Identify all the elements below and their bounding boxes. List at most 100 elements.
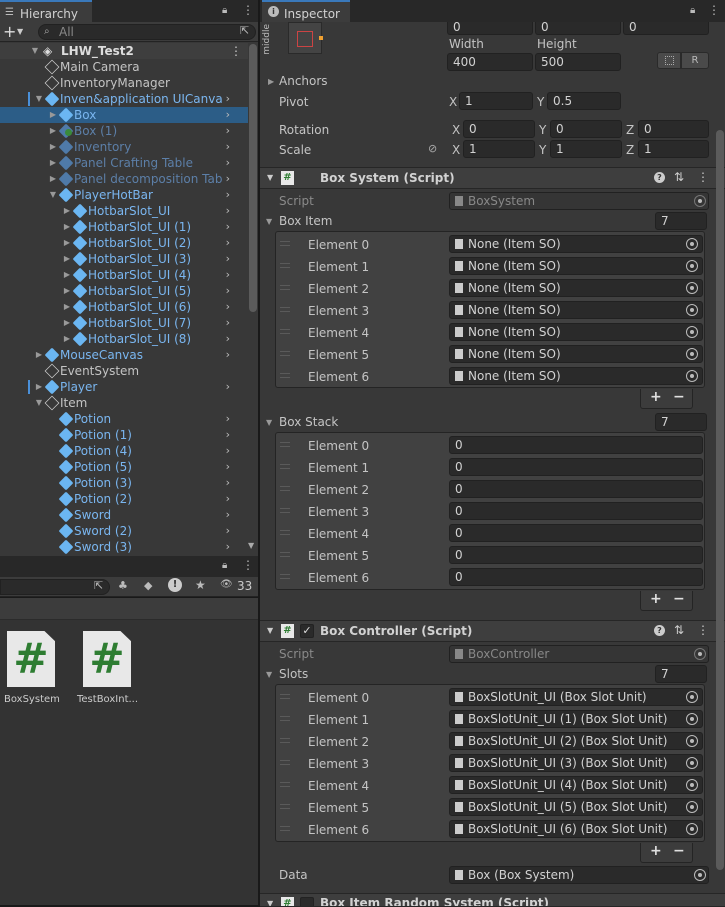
foldout-arrow-icon[interactable]: ▼ (267, 899, 273, 906)
element-int-field[interactable]: 0 (449, 502, 703, 520)
chevron-right-icon[interactable]: › (226, 155, 230, 171)
drag-handle-icon[interactable] (280, 241, 290, 246)
hierarchy-item[interactable]: EventSystem (0, 363, 248, 379)
hierarchy-item[interactable]: InventoryManager (0, 75, 248, 91)
scene-menu-icon[interactable]: ⋮ (230, 43, 242, 59)
more-menu-icon[interactable]: ⋮ (242, 558, 254, 572)
drag-handle-icon[interactable] (280, 716, 290, 721)
remove-element-button[interactable]: − (673, 843, 685, 859)
pos-z-field[interactable]: 0 (623, 22, 709, 35)
data-field[interactable]: Box (Box System) (449, 866, 709, 884)
chevron-right-icon[interactable]: › (226, 539, 230, 555)
foldout-arrow-icon[interactable]: ▶ (62, 283, 72, 299)
chevron-right-icon[interactable]: › (226, 443, 230, 459)
element-object-field[interactable]: BoxSlotUnit_UI (Box Slot Unit) (449, 688, 703, 706)
chevron-right-icon[interactable]: › (226, 187, 230, 203)
drag-handle-icon[interactable] (280, 329, 290, 334)
hierarchy-item[interactable]: ▼ PlayerHotBar › (0, 187, 248, 203)
lock-icon[interactable]: 🔒︎ (690, 5, 695, 16)
hierarchy-item[interactable]: Potion (2) › (0, 491, 248, 507)
pivot-x-field[interactable]: 1 (459, 92, 533, 110)
element-int-field[interactable]: 0 (449, 480, 703, 498)
rotation-y-field[interactable]: 0 (550, 120, 622, 138)
scale-z-field[interactable]: 1 (638, 140, 709, 158)
hierarchy-item[interactable]: Potion › (0, 411, 248, 427)
drag-handle-icon[interactable] (280, 351, 290, 356)
foldout-arrow-icon[interactable]: ▼ (267, 173, 273, 182)
drag-handle-icon[interactable] (280, 373, 290, 378)
hierarchy-item[interactable]: ▶ HotbarSlot_UI (8) › (0, 331, 248, 347)
foldout-arrow-icon[interactable]: ▼ (48, 187, 58, 203)
object-picker-icon[interactable] (686, 370, 698, 382)
enabled-checkbox[interactable] (300, 897, 314, 906)
box-item-label[interactable]: Box Item (279, 214, 332, 228)
foldout-arrow-icon[interactable]: ▼ (34, 395, 44, 411)
drag-handle-icon[interactable] (280, 738, 290, 743)
element-object-field[interactable]: None (Item SO) (449, 301, 703, 319)
hierarchy-item[interactable]: Sword (3) › (0, 539, 248, 555)
anchors-label[interactable]: Anchors (279, 74, 328, 88)
chevron-right-icon[interactable]: › (226, 235, 230, 251)
chevron-right-icon[interactable]: › (226, 299, 230, 315)
drag-handle-icon[interactable] (280, 285, 290, 290)
foldout-arrow-icon[interactable]: ▼ (266, 670, 272, 679)
hierarchy-item[interactable]: ▼ Item (0, 395, 248, 411)
chevron-right-icon[interactable]: › (226, 475, 230, 491)
hierarchy-item[interactable]: Potion (3) › (0, 475, 248, 491)
more-menu-icon[interactable]: ⋮ (242, 3, 254, 17)
object-picker-icon[interactable] (686, 801, 698, 813)
more-menu-icon[interactable]: ⋮ (708, 3, 720, 17)
foldout-arrow-icon[interactable]: ▼ (266, 217, 272, 226)
foldout-arrow-icon[interactable]: ▶ (62, 251, 72, 267)
add-element-button[interactable]: + (650, 591, 662, 607)
height-field[interactable]: 500 (535, 53, 621, 71)
hierarchy-item[interactable]: Sword › (0, 507, 248, 523)
hierarchy-item[interactable]: Potion (4) › (0, 443, 248, 459)
drag-handle-icon[interactable] (280, 263, 290, 268)
chevron-right-icon[interactable]: › (226, 283, 230, 299)
element-object-field[interactable]: None (Item SO) (449, 323, 703, 341)
box-stack-size-field[interactable]: 7 (655, 413, 707, 431)
hierarchy-item[interactable]: ▶ HotbarSlot_UI › (0, 203, 248, 219)
element-object-field[interactable]: BoxSlotUnit_UI (2) (Box Slot Unit) (449, 732, 703, 750)
hierarchy-item[interactable]: ▶ HotbarSlot_UI (5) › (0, 283, 248, 299)
pos-y-field[interactable]: 0 (535, 22, 621, 35)
chevron-right-icon[interactable]: › (226, 251, 230, 267)
hierarchy-tab[interactable]: ☰ Hierarchy (0, 0, 92, 22)
hierarchy-item[interactable]: ▶ HotbarSlot_UI (3) › (0, 251, 248, 267)
drag-handle-icon[interactable] (280, 826, 290, 831)
box-system-header[interactable]: ▼ # Box System (Script) ? ⇅ ⋮ (260, 167, 725, 189)
asset-tile[interactable]: # (82, 631, 132, 687)
foldout-arrow-icon[interactable]: ▼ (30, 43, 40, 59)
chevron-right-icon[interactable]: › (226, 507, 230, 523)
hierarchy-item[interactable]: ▶ MouseCanvas › (0, 347, 248, 363)
chevron-right-icon[interactable]: › (226, 523, 230, 539)
slots-label[interactable]: Slots (279, 667, 308, 681)
box-stack-label[interactable]: Box Stack (279, 415, 338, 429)
object-picker-icon[interactable] (686, 757, 698, 769)
object-picker-icon[interactable] (686, 238, 698, 250)
chevron-right-icon[interactable]: › (226, 267, 230, 283)
hierarchy-item[interactable]: Potion (1) › (0, 427, 248, 443)
scale-y-field[interactable]: 1 (550, 140, 622, 158)
foldout-arrow-icon[interactable]: ▶ (48, 107, 58, 123)
foldout-arrow-icon[interactable]: ▶ (62, 203, 72, 219)
remove-element-button[interactable]: − (673, 591, 685, 607)
foldout-arrow-icon[interactable]: ▶ (62, 315, 72, 331)
drag-handle-icon[interactable] (280, 804, 290, 809)
chevron-right-icon[interactable]: › (226, 91, 230, 107)
drag-handle-icon[interactable] (280, 694, 290, 699)
preset-icon[interactable]: ⇅ (674, 170, 684, 184)
help-icon[interactable]: ? (654, 625, 665, 636)
add-element-button[interactable]: + (650, 843, 662, 859)
scroll-down-icon[interactable]: ▼ (248, 541, 254, 550)
inspector-tab[interactable]: i Inspector (262, 0, 350, 22)
element-int-field[interactable]: 0 (449, 568, 703, 586)
chevron-right-icon[interactable]: › (226, 331, 230, 347)
element-object-field[interactable]: BoxSlotUnit_UI (6) (Box Slot Unit) (449, 820, 703, 838)
foldout-arrow-icon[interactable]: ▶ (48, 139, 58, 155)
element-int-field[interactable]: 0 (449, 524, 703, 542)
object-picker-icon[interactable] (686, 260, 698, 272)
hierarchy-item[interactable]: ▶ HotbarSlot_UI (1) › (0, 219, 248, 235)
anchor-preset-button[interactable] (288, 22, 323, 54)
